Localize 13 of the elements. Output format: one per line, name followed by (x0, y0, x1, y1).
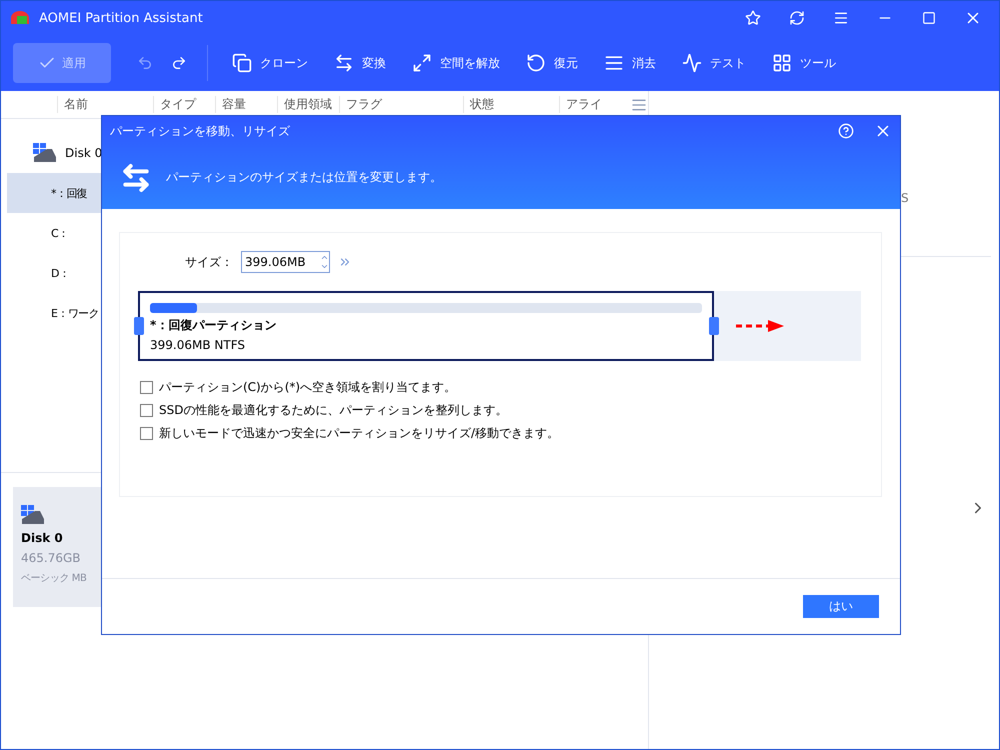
disk-size: 465.76GB (21, 551, 82, 565)
panel-text: S (901, 191, 909, 205)
disk-card-name: Disk 0 (21, 531, 64, 545)
option-label: 新しいモードで迅速かつ安全にパーティションをリサイズ/移動できます。 (159, 425, 560, 442)
option-label: パーティション(C)から(*)へ空き領域を割り当てます。 (159, 379, 456, 396)
disk-type: ベーシック MB (21, 572, 88, 585)
partition-name: *：回復パーティション (150, 317, 278, 334)
dialog-subtitle: パーティションのサイズまたは位置を変更します。 (166, 169, 442, 186)
partition-info: 399.06MB NTFS (150, 338, 246, 352)
option-label: SSDの性能を最適化するために、パーティションを整列します。 (159, 402, 508, 419)
dialog-title: パーティションを移動、リサイズ (110, 122, 291, 140)
size-label: サイズ： (185, 254, 233, 270)
window-title: AOMEI Partition Assistant (39, 10, 204, 26)
